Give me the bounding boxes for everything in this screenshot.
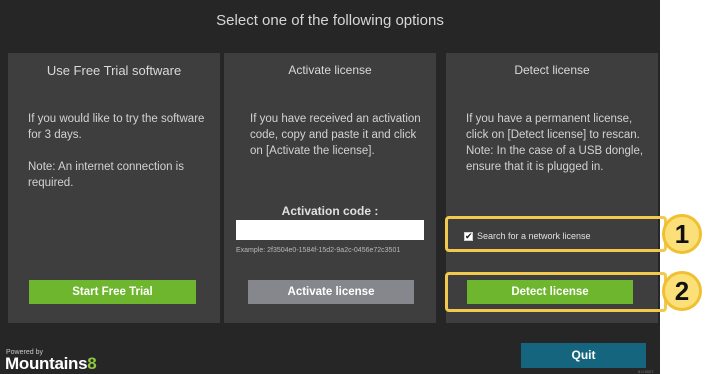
callout-2-highlight	[445, 272, 667, 312]
activation-code-input[interactable]	[236, 220, 424, 240]
mountains-logo: Mountains8	[5, 354, 97, 374]
version-text: 8.0.9007	[638, 369, 654, 374]
detect-license-description: If you have a permanent license, click o…	[466, 111, 646, 175]
free-trial-note: Note: An internet connection is required…	[28, 161, 184, 189]
activate-license-text: If you have received an activation code,…	[250, 113, 421, 157]
free-trial-description: If you would like to try the software fo…	[28, 111, 208, 191]
page-title: Select one of the following options	[216, 12, 444, 29]
free-trial-text: If you would like to try the software fo…	[28, 113, 205, 141]
free-trial-title: Use Free Trial software	[46, 63, 182, 78]
activate-license-card: Activate license If you have received an…	[224, 53, 436, 323]
detect-license-title: Detect license	[514, 63, 590, 77]
callout-2-badge: 2	[662, 271, 702, 311]
brand-name: Mountains	[5, 354, 88, 373]
callout-1-highlight	[445, 216, 667, 252]
brand-version: 8	[87, 354, 97, 373]
activation-code-example: Example: 2f3504e0-1584f-15d2-9a2c-0456e7…	[236, 247, 401, 254]
callout-1-badge: 1	[662, 214, 702, 254]
detect-license-note: Note: In the case of a USB dongle, ensur…	[466, 145, 644, 173]
start-free-trial-button[interactable]: Start Free Trial	[29, 280, 196, 304]
license-dialog: Select one of the following options Use …	[0, 0, 660, 374]
free-trial-card: Use Free Trial software If you would lik…	[8, 53, 220, 323]
activate-license-title: Activate license	[288, 63, 372, 77]
detect-license-text: If you have a permanent license, click o…	[466, 113, 640, 141]
screenshot-stage: Select one of the following options Use …	[0, 0, 718, 374]
activation-code-label: Activation code :	[281, 204, 379, 218]
quit-button[interactable]: Quit	[521, 343, 646, 368]
activate-license-button[interactable]: Activate license	[248, 280, 414, 304]
activate-license-description: If you have received an activation code,…	[250, 111, 426, 159]
